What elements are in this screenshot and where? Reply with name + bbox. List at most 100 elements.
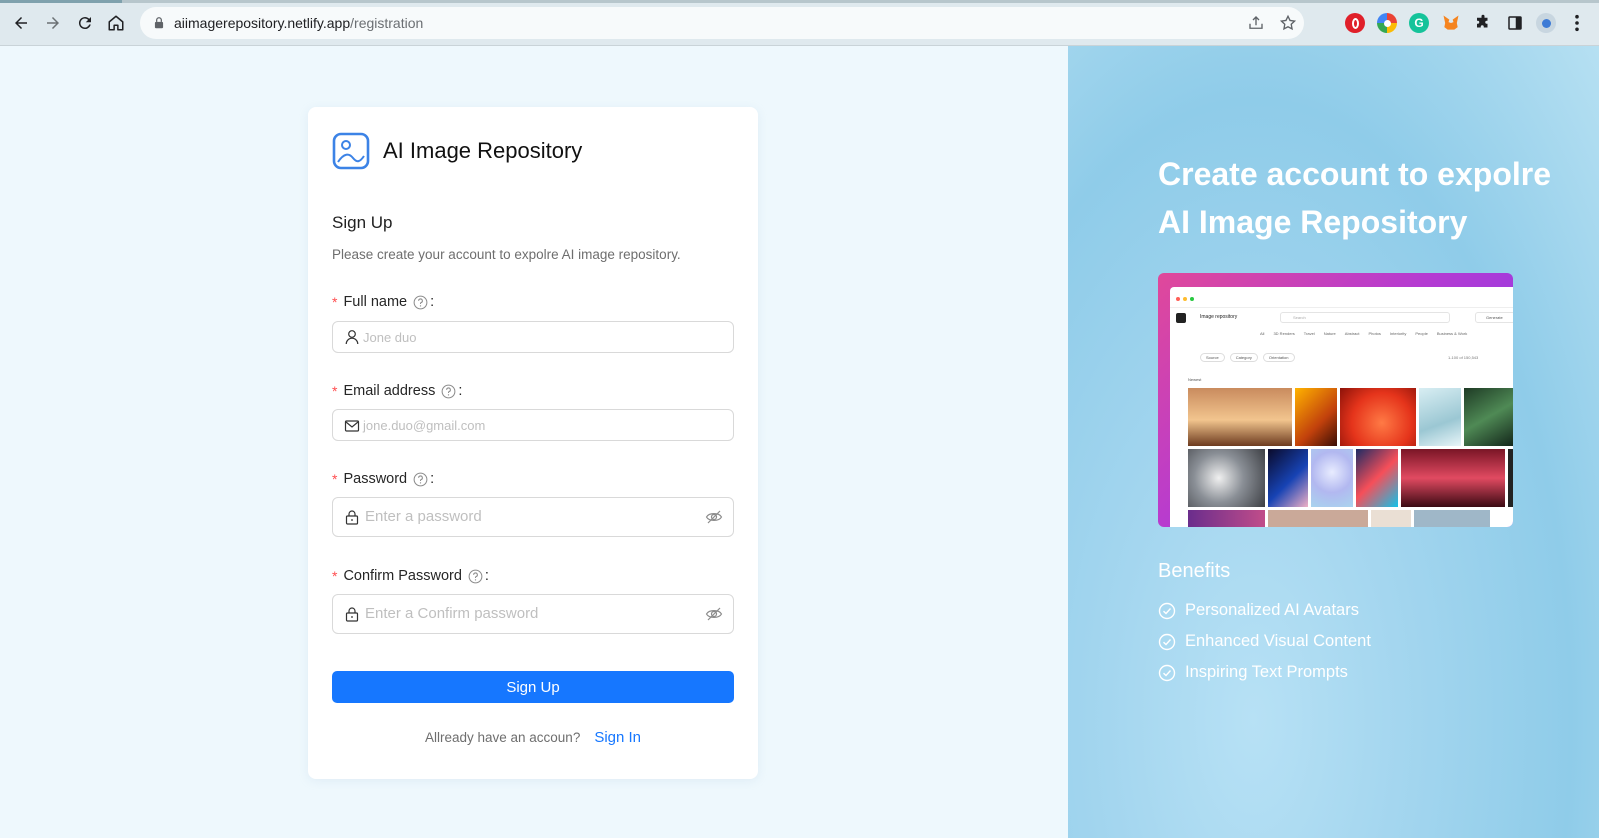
help-icon[interactable] <box>413 295 428 310</box>
lock-icon <box>154 17 164 29</box>
signup-card: AI Image Repository Sign Up Please creat… <box>308 107 758 779</box>
preview-thumbnail <box>1414 510 1490 527</box>
preview-search: Search <box>1280 312 1450 323</box>
signin-prompt: Allready have an accoun? Sign In <box>308 729 758 746</box>
browser-toolbar: aiimagerepository.netlify.app/registrati… <box>0 0 1599 46</box>
preview-count: 1-100 of 150,543 <box>1448 355 1479 360</box>
address-bar[interactable]: aiimagerepository.netlify.app/registrati… <box>140 7 1304 39</box>
benefit-item: Personalized AI Avatars <box>1158 601 1359 620</box>
preview-thumbnail <box>1295 388 1337 446</box>
check-circle-icon <box>1158 602 1176 619</box>
sidebar-icon[interactable] <box>1505 13 1525 33</box>
required-mark: * <box>332 294 338 310</box>
preview-window: Image repository Search Generate All 3D R… <box>1170 287 1513 527</box>
required-mark: * <box>332 383 338 399</box>
preview-thumbnail <box>1508 449 1513 507</box>
password-label-text: Password <box>343 471 408 487</box>
password-lock-icon <box>345 510 359 525</box>
mail-icon <box>344 420 360 432</box>
password-lock-icon <box>345 607 359 622</box>
profile-icon[interactable] <box>1536 13 1556 33</box>
eye-invisible-icon[interactable] <box>705 508 723 526</box>
preview-thumbnail <box>1401 449 1505 507</box>
full-name-label: * Full name : <box>332 294 434 310</box>
url-host: aiimagerepository.netlify.app <box>174 15 351 31</box>
app-preview-image: Image repository Search Generate All 3D R… <box>1158 273 1513 527</box>
preview-thumbnail <box>1268 449 1308 507</box>
label-colon: : <box>430 294 435 310</box>
check-circle-icon <box>1158 633 1176 650</box>
preview-thumbnail <box>1188 388 1292 446</box>
hero-title-line-2: AI Image Repository <box>1158 204 1468 240</box>
preview-thumbnail <box>1268 510 1368 527</box>
preview-generate-button: Generate <box>1475 312 1513 323</box>
password-placeholder: Enter a password <box>365 508 482 525</box>
label-colon: : <box>484 568 489 584</box>
label-colon: : <box>458 383 463 399</box>
email-field[interactable]: jone.duo@gmail.com <box>332 409 734 441</box>
preview-filters: Source Category Orientation <box>1200 353 1295 362</box>
full-name-input[interactable]: Jone duo <box>332 321 734 353</box>
confirm-password-input[interactable]: Enter a Confirm password <box>332 594 734 634</box>
preview-thumbnail <box>1371 510 1411 527</box>
grammarly-extension-icon[interactable]: G <box>1409 13 1429 33</box>
have-account-text: Allready have an accoun? <box>424 730 581 745</box>
benefits-title: Benefits <box>1158 560 1231 582</box>
label-colon: : <box>430 471 435 487</box>
signin-link[interactable]: Sign In <box>594 729 641 746</box>
color-extension-icon[interactable] <box>1377 13 1397 33</box>
help-icon[interactable] <box>441 384 456 399</box>
preview-logo <box>1176 313 1186 323</box>
signup-heading: Sign Up <box>332 213 393 232</box>
metamask-extension-icon[interactable] <box>1441 13 1461 33</box>
preview-thumbnail <box>1311 449 1353 507</box>
benefit-label: Personalized AI Avatars <box>1185 601 1359 619</box>
confirm-password-label-text: Confirm Password <box>343 568 462 584</box>
app-title: AI Image Repository <box>383 138 583 163</box>
preview-section-label: Newest <box>1188 377 1202 382</box>
preview-window-dots <box>1176 297 1194 301</box>
menu-icon[interactable] <box>1570 13 1584 33</box>
confirm-password-placeholder: Enter a Confirm password <box>365 605 539 622</box>
email-label: * Email address : <box>332 383 462 399</box>
preview-category-tabs: All 3D Renders Travel Nature Abstract Photos I… <box>1260 331 1468 336</box>
forward-arrow-icon[interactable] <box>42 12 64 34</box>
benefit-label: Enhanced Visual Content <box>1185 632 1371 650</box>
opera-extension-icon[interactable] <box>1345 13 1365 33</box>
image-logo-icon <box>332 132 370 170</box>
url-path: /registration <box>350 15 424 31</box>
preview-thumbnail <box>1340 388 1416 446</box>
user-icon <box>345 330 359 345</box>
hero-title: Create account to expolre AI Image Repos… <box>1158 150 1551 246</box>
full-name-label-text: Full name <box>343 294 408 310</box>
help-icon[interactable] <box>468 569 483 584</box>
required-mark: * <box>332 471 338 487</box>
hero-title-line-1: Create account to expolre <box>1158 156 1551 192</box>
check-circle-icon <box>1158 664 1176 681</box>
preview-thumbnail <box>1188 449 1265 507</box>
puzzle-icon[interactable] <box>1473 13 1493 33</box>
star-icon[interactable] <box>1279 14 1297 32</box>
back-arrow-icon[interactable] <box>10 12 32 34</box>
benefit-item: Enhanced Visual Content <box>1158 632 1371 651</box>
active-tab-edge[interactable] <box>0 0 122 3</box>
email-placeholder: jone.duo@gmail.com <box>363 418 486 433</box>
confirm-password-label: * Confirm Password : <box>332 568 489 584</box>
full-name-placeholder: Jone duo <box>363 330 417 345</box>
preview-thumbnail <box>1464 388 1513 446</box>
home-icon[interactable] <box>105 12 127 34</box>
signup-button[interactable]: Sign Up <box>332 671 734 703</box>
benefit-label: Inspiring Text Prompts <box>1185 663 1348 681</box>
help-icon[interactable] <box>413 472 428 487</box>
preview-app-name: Image repository <box>1200 314 1238 320</box>
url-text: aiimagerepository.netlify.app/registrati… <box>174 15 423 31</box>
email-label-text: Email address <box>343 383 436 399</box>
reload-icon[interactable] <box>74 12 96 34</box>
password-input[interactable]: Enter a password <box>332 497 734 537</box>
signup-subheading: Please create your account to expolre AI… <box>332 247 681 262</box>
tab-strip-edge <box>0 0 1599 3</box>
share-icon[interactable] <box>1247 14 1265 32</box>
preview-thumbnail <box>1356 449 1398 507</box>
benefit-item: Inspiring Text Prompts <box>1158 663 1348 682</box>
eye-invisible-icon[interactable] <box>705 605 723 623</box>
